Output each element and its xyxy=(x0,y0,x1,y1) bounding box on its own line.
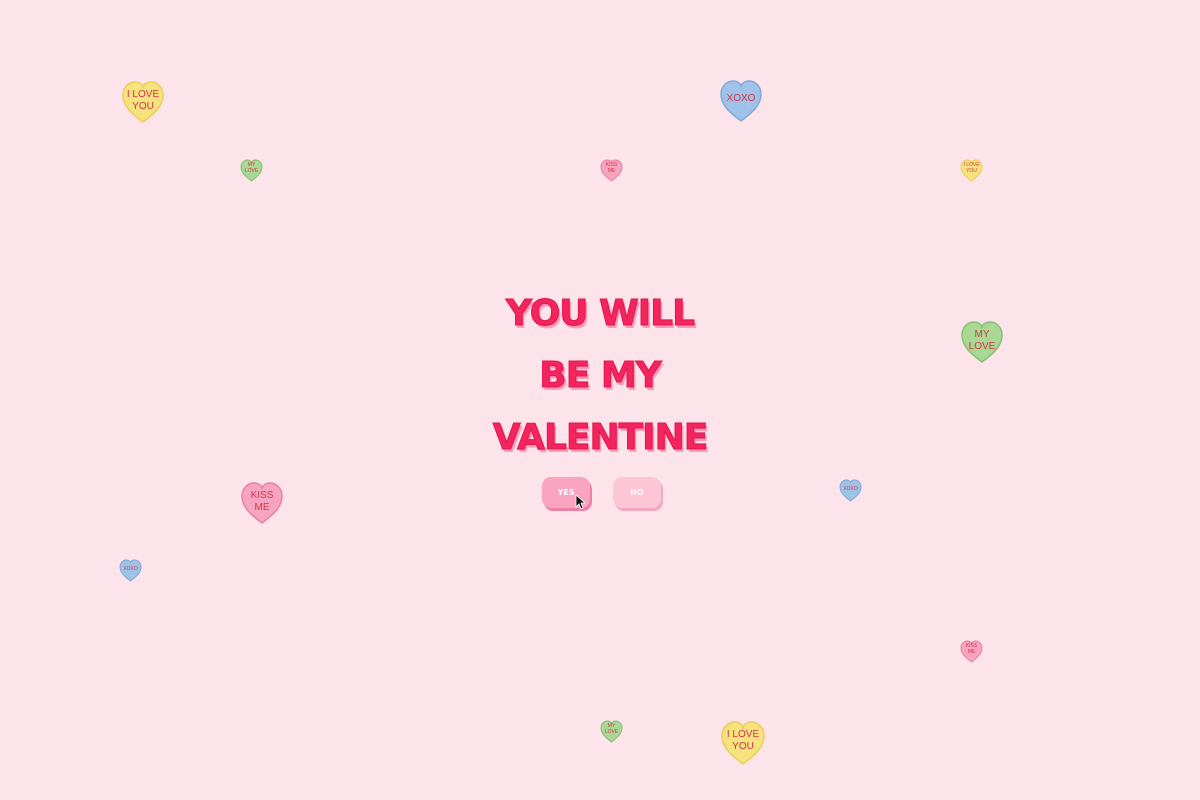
headline-line-1: YOU WILL xyxy=(505,293,695,335)
headline-line-2: BE MY xyxy=(539,355,662,397)
heart-message: XOXO xyxy=(726,93,756,104)
heart-message: MY LOVE xyxy=(604,723,619,735)
answer-buttons: YES NO xyxy=(0,477,1200,511)
candy-heart-yellow: I LOVE YOU xyxy=(121,80,165,124)
headline-line-3: VALENTINE xyxy=(492,417,709,459)
heart-message: I LOVE YOU xyxy=(726,729,760,752)
mouse-cursor-icon xyxy=(575,494,585,510)
candy-heart-pink: KISS ME xyxy=(600,159,623,182)
heart-message: I LOVE YOU xyxy=(126,89,160,112)
candy-heart-green: MY LOVE xyxy=(240,159,263,182)
no-button[interactable]: NO xyxy=(613,477,661,508)
candy-heart-green: MY LOVE xyxy=(600,720,623,743)
valentine-question: YOU WILL BE MY VALENTINE xyxy=(0,283,1200,469)
candy-heart-yellow: I LOVE YOU xyxy=(720,720,766,766)
heart-message: MY LOVE xyxy=(244,162,259,174)
heart-message: KISS ME xyxy=(965,643,978,655)
candy-heart-blue: XOXO xyxy=(119,559,142,582)
heart-message: KISS ME xyxy=(605,162,618,174)
candy-heart-pink: KISS ME xyxy=(960,640,983,663)
valentine-page: I LOVE YOU XOXO MY LOVE KISS ME I LOVE Y… xyxy=(0,0,1200,800)
heart-message: XOXO xyxy=(123,566,138,572)
candy-heart-blue: XOXO xyxy=(719,79,763,123)
heart-message: I LOVE YOU xyxy=(963,162,980,174)
candy-heart-yellow: I LOVE YOU xyxy=(960,159,983,182)
